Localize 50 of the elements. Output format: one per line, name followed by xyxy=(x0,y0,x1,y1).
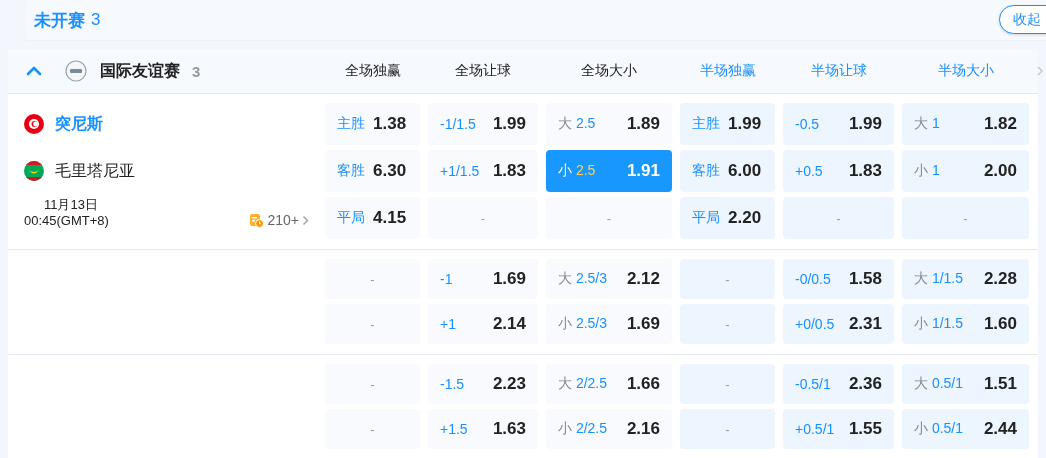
column-header: 半场大小 xyxy=(936,62,995,80)
match-time: 00:45(GMT+8) xyxy=(24,213,109,229)
more-markets-link[interactable]: 210+ xyxy=(267,212,299,228)
odds-button[interactable]: +1/1.5 1.83 xyxy=(428,150,538,192)
odds-button[interactable]: -1/1.5 1.99 xyxy=(428,103,538,145)
odds-button[interactable]: 大 2.5/3 2.12 xyxy=(546,259,672,299)
column-header: 全场让球 xyxy=(454,62,512,80)
odds-button[interactable]: 小 1/1.5 1.60 xyxy=(902,304,1029,344)
odds-button[interactable]: +0.5/1 1.55 xyxy=(783,409,894,449)
away-team-name[interactable]: 毛里塔尼亚 xyxy=(55,160,135,182)
odds-button[interactable]: 小 2/2.5 2.16 xyxy=(546,409,672,449)
odds-button[interactable]: -0/0.5 1.58 xyxy=(783,259,894,299)
match-date: 11月13日 xyxy=(44,197,98,213)
odds-button[interactable]: +1 2.14 xyxy=(428,304,538,344)
odds-button[interactable]: 主胜 1.99 xyxy=(680,103,775,145)
odds-button[interactable]: -1.5 2.23 xyxy=(428,364,538,404)
odds-button[interactable]: 小 0.5/1 2.44 xyxy=(902,409,1029,449)
chevron-right-icon[interactable] xyxy=(302,214,309,226)
odds-button[interactable]: 客胜 6.30 xyxy=(325,150,420,192)
odds-button[interactable]: 平局 4.15 xyxy=(325,197,420,239)
odds-button[interactable]: +0.5 1.83 xyxy=(783,150,894,192)
league-logo-icon xyxy=(65,60,87,82)
odds-button[interactable]: 大 2.5 1.89 xyxy=(546,103,672,145)
odds-button[interactable]: -0.5/1 2.36 xyxy=(783,364,894,404)
chevron-right-icon[interactable] xyxy=(1036,65,1044,77)
odds-button[interactable]: +1.5 1.63 xyxy=(428,409,538,449)
odds-button[interactable]: 主胜 1.38 xyxy=(325,103,420,145)
collapse-chevron-icon[interactable] xyxy=(25,65,43,77)
odds-button[interactable]: 小 2.5/3 1.69 xyxy=(546,304,672,344)
betting-list-icon xyxy=(249,212,265,228)
odds-button[interactable]: 大 0.5/1 1.51 xyxy=(902,364,1029,404)
odds-button[interactable]: 大 1/1.5 2.28 xyxy=(902,259,1029,299)
odds-button[interactable]: -1 1.69 xyxy=(428,259,538,299)
match-count: 3 xyxy=(91,10,101,30)
column-header: 全场独赢 xyxy=(343,62,402,80)
odds-button[interactable]: 大 1 1.82 xyxy=(902,103,1029,145)
odds-button[interactable]: 平局 2.20 xyxy=(680,197,775,239)
column-header: 半场让球 xyxy=(809,62,868,80)
section-title: 未开赛 xyxy=(34,9,85,32)
flag-icon xyxy=(24,114,44,134)
odds-button[interactable]: +0/0.5 2.31 xyxy=(783,304,894,344)
odds-button[interactable]: 小 1 2.00 xyxy=(902,150,1029,192)
column-header: 半场独赢 xyxy=(698,62,757,80)
odds-button[interactable]: 客胜 6.00 xyxy=(680,150,775,192)
odds-button[interactable]: -0.5 1.99 xyxy=(783,103,894,145)
flag-icon xyxy=(24,161,44,181)
league-match-count: 3 xyxy=(192,62,201,80)
league-name: 国际友谊赛 xyxy=(100,60,180,81)
column-header: 全场大小 xyxy=(580,62,638,80)
odds-button[interactable]: 大 2/2.5 1.66 xyxy=(546,364,672,404)
